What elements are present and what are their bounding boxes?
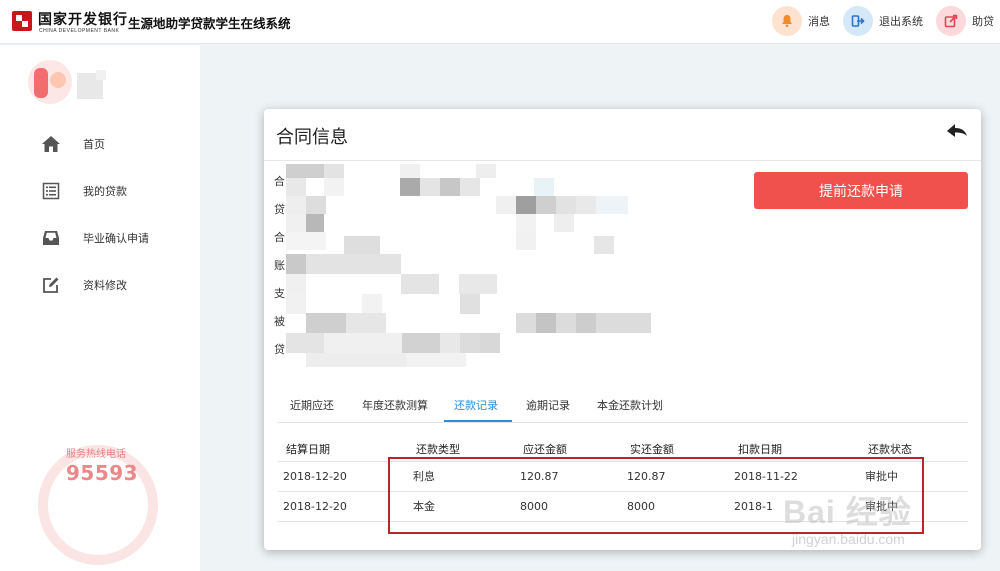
column-header: 还款类型 [416, 443, 460, 456]
external-link-icon [936, 6, 966, 36]
sidebar-item-label: 毕业确认申请 [83, 232, 149, 245]
tab-overdue-records[interactable]: 逾期记录 [526, 397, 570, 413]
username-redacted-fragment [96, 70, 106, 80]
column-header: 扣款日期 [738, 443, 782, 456]
info-label: 账 [274, 259, 285, 271]
info-label: 贷 [274, 343, 285, 355]
record-tabs: 近期应还 年度还款测算 还款记录 逾期记录 本金还款计划 [278, 391, 968, 423]
early-repayment-button[interactable]: 提前还款申请 [754, 172, 968, 209]
tab-repayment-records[interactable]: 还款记录 [454, 397, 498, 413]
paid-amount-cell: 8000 [627, 500, 655, 513]
sidebar-item-label: 我的贷款 [83, 185, 127, 198]
repay-type-cell: 本金 [413, 500, 435, 513]
logout-icon [843, 6, 873, 36]
info-label: 合 [274, 175, 285, 187]
due-amount-cell: 8000 [520, 500, 548, 513]
messages-label: 消息 [808, 15, 830, 28]
due-amount-cell: 120.87 [520, 470, 559, 483]
sidebar-item-my-loans[interactable]: 我的贷款 [40, 179, 127, 203]
hotline-label: 服务热线电话 [66, 449, 126, 460]
settle-date-cell: 2018-12-20 [283, 500, 347, 513]
settle-date-cell: 2018-12-20 [283, 470, 347, 483]
sidebar-item-home[interactable]: 首页 [40, 132, 105, 156]
info-label: 支 [274, 287, 285, 299]
column-header: 还款状态 [868, 443, 912, 456]
bank-name-en: CHINA DEVELOPMENT BANK [39, 28, 120, 34]
tab-principal-plan[interactable]: 本金还款计划 [597, 397, 663, 413]
tab-recent-due[interactable]: 近期应还 [290, 397, 334, 413]
column-header: 结算日期 [286, 443, 330, 456]
debit-date-cell: 2018-1 [734, 500, 773, 513]
sidebar: 首页 我的贷款 毕业确认申请 资料修改 [0, 45, 200, 571]
column-header: 实还金额 [630, 443, 674, 456]
repay-type-cell: 利息 [413, 470, 435, 483]
tab-annual-estimate[interactable]: 年度还款测算 [362, 397, 428, 413]
modal-divider [264, 160, 981, 161]
inbox-icon [40, 227, 62, 249]
logout-button[interactable]: 退出系统 [843, 5, 923, 37]
bell-icon [772, 6, 802, 36]
bank-name: 国家开发银行 [38, 12, 128, 28]
top-header: 国家开发银行 CHINA DEVELOPMENT BANK 生源地助学贷款学生在… [0, 0, 1000, 44]
paid-amount-cell: 120.87 [627, 470, 666, 483]
sidebar-item-label: 资料修改 [83, 279, 127, 292]
edit-icon [40, 274, 62, 296]
logout-label: 退出系统 [879, 15, 923, 28]
home-icon [40, 133, 62, 155]
loan-help-button[interactable]: 助贷 [936, 5, 994, 37]
info-label: 合 [274, 231, 285, 243]
avatar[interactable] [28, 60, 72, 104]
sidebar-item-graduation-confirm[interactable]: 毕业确认申请 [40, 226, 149, 250]
bank-logo-icon [12, 11, 32, 31]
system-title: 生源地助学贷款学生在线系统 [128, 16, 291, 31]
messages-button[interactable]: 消息 [772, 5, 830, 37]
modal-title: 合同信息 [276, 127, 348, 148]
list-icon [40, 180, 62, 202]
hotline-number: 95593 [66, 461, 139, 485]
column-header: 应还金额 [523, 443, 567, 456]
table-header-row: 结算日期 还款类型 应还金额 实还金额 扣款日期 还款状态 [278, 437, 968, 462]
contract-info-modal: 合同信息 提前还款申请 合 贷 合 账 支 被 贷 近期应还 年度还款测算 还款… [264, 109, 981, 550]
info-label: 被 [274, 315, 285, 327]
active-tab-indicator [444, 420, 512, 422]
baidu-watermark: Bai 经验 [783, 494, 912, 530]
sidebar-item-label: 首页 [83, 138, 105, 151]
info-label: 贷 [274, 203, 285, 215]
sidebar-item-profile-edit[interactable]: 资料修改 [40, 273, 127, 297]
loan-help-label: 助贷 [972, 15, 994, 28]
back-arrow-icon[interactable] [945, 119, 969, 143]
baidu-watermark-url: jingyan.baidu.com [792, 531, 905, 547]
